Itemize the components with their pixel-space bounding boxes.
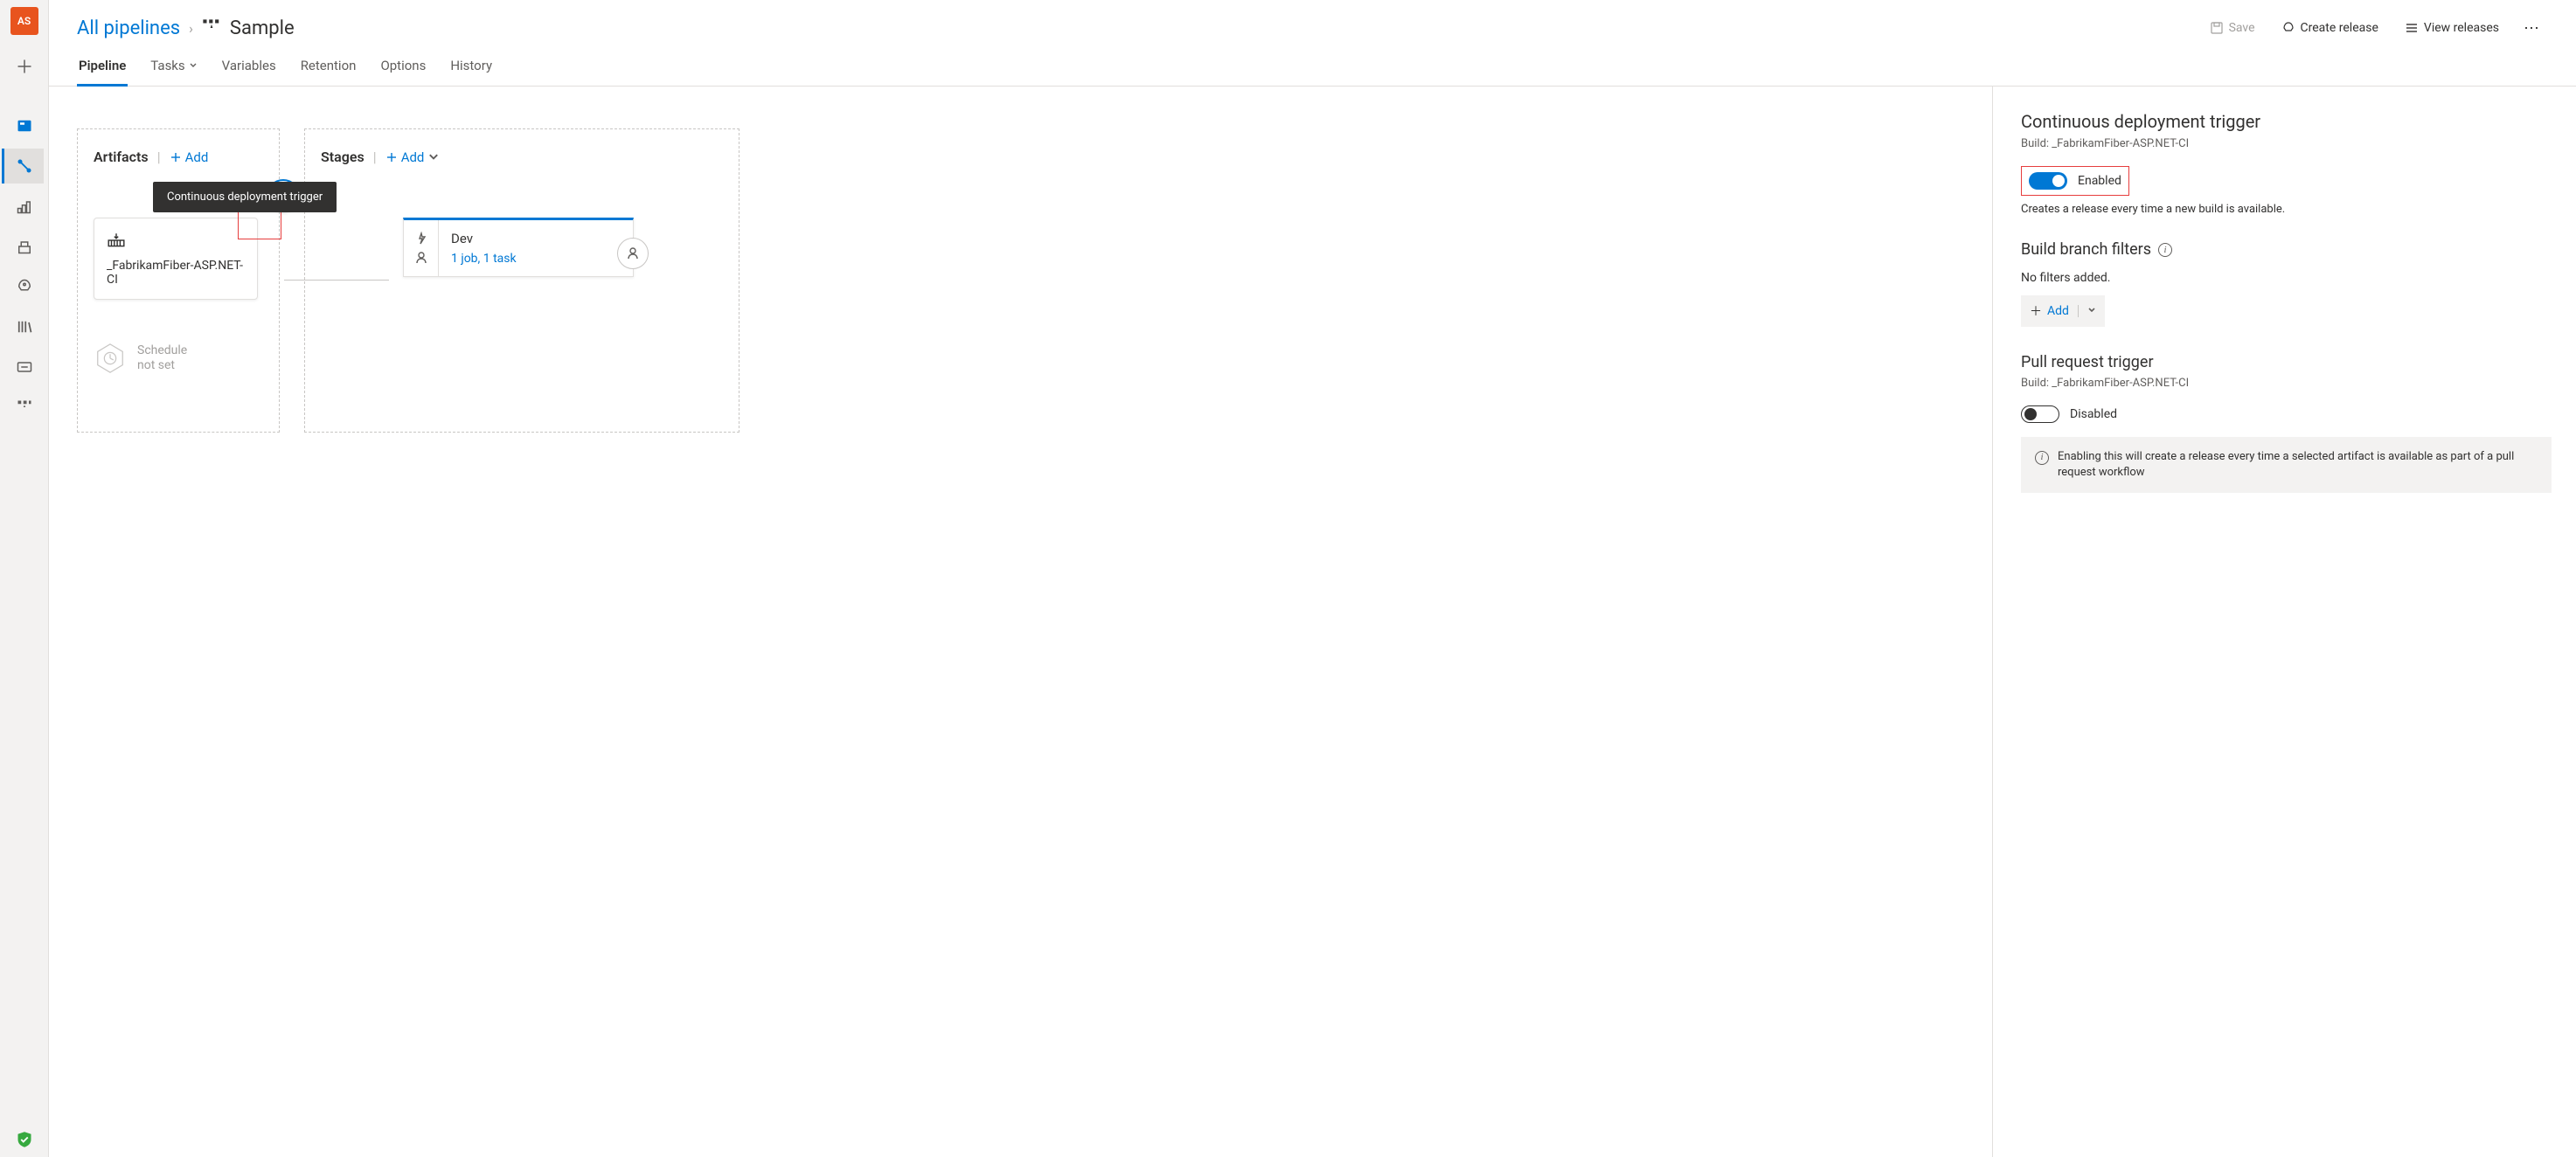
save-button: Save: [2201, 16, 2264, 40]
sidebar-boards-icon[interactable]: [3, 108, 45, 143]
branch-filters-label: Build branch filters: [2021, 240, 2151, 259]
schedule-line2: not set: [137, 358, 187, 373]
pr-trigger-toggle[interactable]: [2021, 405, 2059, 423]
build-source-icon: [107, 232, 245, 252]
schedule-line1: Schedule: [137, 343, 187, 358]
left-sidebar: AS: [0, 0, 49, 1157]
body: Artifacts | Add Continuous deployment tr…: [49, 87, 2576, 1157]
sidebar-rocket-icon[interactable]: [3, 269, 45, 304]
stages-title-row: Stages | Add: [321, 149, 723, 165]
tab-options[interactable]: Options: [378, 49, 427, 87]
tab-pipeline[interactable]: Pipeline: [77, 49, 128, 87]
sidebar-deploymentgroup-icon[interactable]: [3, 390, 45, 425]
add-filter-button[interactable]: ＋ Add: [2021, 295, 2105, 327]
artifacts-title: Artifacts: [94, 149, 149, 165]
stage-card[interactable]: Dev 1 job, 1 task: [403, 218, 634, 277]
pipeline-canvas: Artifacts | Add Continuous deployment tr…: [49, 87, 1992, 1157]
trigger-tooltip: Continuous deployment trigger: [153, 182, 337, 212]
details-pane: Continuous deployment trigger Build: _Fa…: [1992, 87, 2576, 1157]
sidebar-taskgroup-icon[interactable]: [3, 350, 45, 385]
create-release-button[interactable]: Create release: [2273, 16, 2387, 40]
stage-pre-conditions[interactable]: [404, 220, 439, 276]
cd-trigger-build: Build: _FabrikamFiber-ASP.NET-CI: [2021, 137, 2552, 150]
info-icon[interactable]: i: [2158, 243, 2172, 257]
schedule-text: Schedule not set: [137, 343, 187, 373]
stage-name: Dev: [451, 231, 621, 246]
pr-trigger-build: Build: _FabrikamFiber-ASP.NET-CI: [2021, 377, 2552, 390]
avatar[interactable]: AS: [10, 7, 38, 35]
divider: |: [373, 149, 377, 165]
stage-detail-link[interactable]: 1 job, 1 task: [451, 252, 621, 266]
chevron-down-icon: [427, 151, 440, 163]
chevron-down-icon: [189, 61, 198, 70]
save-label: Save: [2229, 21, 2255, 35]
schedule-hex-icon: [94, 342, 127, 375]
divider: |: [157, 149, 161, 165]
tab-tasks-label: Tasks: [150, 58, 184, 73]
lightning-icon: [414, 232, 428, 246]
breadcrumb-root-link[interactable]: All pipelines: [77, 17, 180, 39]
sidebar-shield-icon[interactable]: [3, 1122, 45, 1157]
add-stage-button[interactable]: Add: [385, 149, 441, 165]
schedule-row[interactable]: Schedule not set: [94, 342, 263, 375]
tab-tasks[interactable]: Tasks: [149, 49, 198, 87]
view-releases-button[interactable]: View releases: [2396, 16, 2508, 40]
chevron-down-icon[interactable]: [2087, 304, 2096, 318]
header: All pipelines › Sample Save Create relea…: [49, 0, 2576, 49]
stage-post-conditions[interactable]: [617, 238, 649, 269]
view-releases-label: View releases: [2424, 21, 2499, 35]
release-definition-icon: [202, 18, 221, 38]
cd-hint: Creates a release every time a new build…: [2021, 203, 2552, 216]
more-actions-button[interactable]: ⋯: [2517, 19, 2548, 38]
create-release-label: Create release: [2301, 21, 2378, 35]
tabs-bar: Pipeline Tasks Variables Retention Optio…: [49, 49, 2576, 87]
sidebar-pipelines-icon[interactable]: [2, 149, 44, 184]
artifact-card[interactable]: _FabrikamFiber-ASP.NET-CI: [94, 218, 258, 300]
branch-filters-title: Build branch filters i: [2021, 240, 2552, 259]
pr-hint-text: Enabling this will create a release ever…: [2058, 449, 2538, 481]
pr-toggle-label: Disabled: [2070, 407, 2117, 421]
info-icon: i: [2035, 451, 2049, 465]
divider: [2078, 305, 2079, 317]
sidebar-add-icon[interactable]: [3, 49, 45, 84]
sidebar-artifacts-icon[interactable]: [3, 229, 45, 264]
connector-line: [284, 280, 389, 281]
artifact-name: _FabrikamFiber-ASP.NET-CI: [107, 259, 245, 287]
add-filter-label: Add: [2047, 304, 2069, 318]
cd-toggle-label: Enabled: [2078, 174, 2121, 188]
stage-body: Dev 1 job, 1 task: [439, 220, 633, 276]
sidebar-testplans-icon[interactable]: [3, 189, 45, 224]
stages-panel: Stages | Add Dev 1 job, 1 ta: [304, 128, 739, 433]
add-artifact-label: Add: [185, 149, 209, 165]
pr-trigger-title: Pull request trigger: [2021, 353, 2552, 371]
cd-toggle-highlight: Enabled: [2021, 166, 2129, 196]
artifacts-panel: Artifacts | Add Continuous deployment tr…: [77, 128, 280, 433]
no-filters-text: No filters added.: [2021, 271, 2552, 285]
pr-toggle-row: Disabled: [2021, 405, 2552, 423]
main: All pipelines › Sample Save Create relea…: [49, 0, 2576, 1157]
sidebar-library-icon[interactable]: [3, 309, 45, 344]
cd-trigger-toggle[interactable]: [2029, 172, 2067, 190]
tab-variables[interactable]: Variables: [220, 49, 278, 87]
tab-history[interactable]: History: [448, 49, 494, 87]
add-artifact-button[interactable]: Add: [170, 149, 209, 165]
add-stage-label: Add: [401, 149, 425, 165]
plus-icon: ＋: [2030, 302, 2042, 320]
artifacts-title-row: Artifacts | Add: [94, 149, 263, 165]
person-icon: [414, 251, 428, 265]
pr-hint-box: i Enabling this will create a release ev…: [2021, 437, 2552, 493]
breadcrumb-separator: ›: [189, 20, 193, 37]
cd-trigger-title: Continuous deployment trigger: [2021, 111, 2552, 132]
tab-retention[interactable]: Retention: [299, 49, 358, 87]
breadcrumb-title: Sample: [230, 17, 295, 39]
person-icon: [626, 246, 640, 260]
stages-title: Stages: [321, 149, 365, 165]
